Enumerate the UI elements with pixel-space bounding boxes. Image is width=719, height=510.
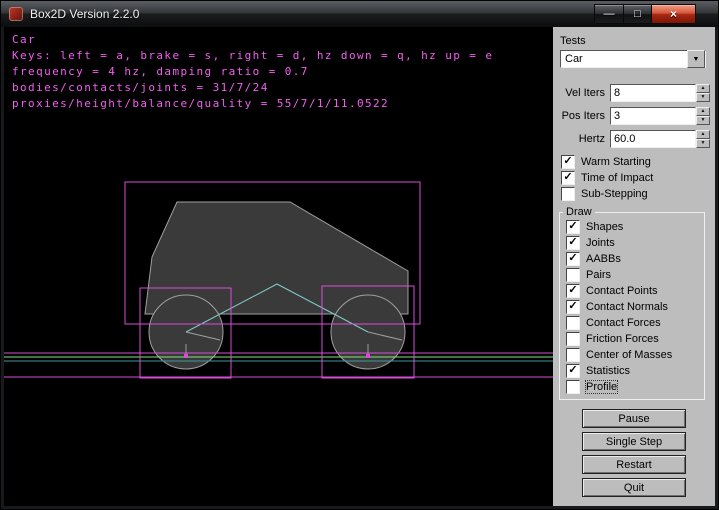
tests-label: Tests bbox=[560, 35, 715, 47]
spinner-down-icon[interactable]: ▼ bbox=[696, 116, 710, 125]
maximize-button[interactable]: □ bbox=[624, 4, 652, 24]
minimize-button[interactable]: — bbox=[594, 4, 624, 24]
canvas-text-line: Car bbox=[12, 32, 493, 48]
checkbox-label: Shapes bbox=[586, 221, 623, 233]
checkbox-aabbs[interactable]: ✓ AABBs bbox=[566, 251, 704, 267]
quit-button[interactable]: Quit bbox=[582, 478, 686, 497]
checkbox-contact-forces[interactable]: Contact Forces bbox=[566, 315, 704, 331]
canvas-text-line: Keys: left = a, brake = s, right = d, hz… bbox=[12, 48, 493, 64]
draw-group-label: Draw bbox=[563, 206, 595, 218]
checkbox-joints[interactable]: ✓ Joints bbox=[566, 235, 704, 251]
checkbox-box: ✓ bbox=[566, 252, 580, 266]
canvas-text-line: frequency = 4 hz, damping ratio = 0.7 bbox=[12, 64, 493, 80]
checkbox-box: ✓ bbox=[561, 155, 575, 169]
simulation-canvas[interactable]: CarKeys: left = a, brake = s, right = d,… bbox=[4, 27, 553, 506]
checkbox-box: ✓ bbox=[566, 220, 580, 234]
canvas-text-overlay: CarKeys: left = a, brake = s, right = d,… bbox=[12, 32, 493, 112]
spinner-up-icon[interactable]: ▲ bbox=[696, 130, 710, 139]
spinner-up-icon[interactable]: ▲ bbox=[696, 84, 710, 93]
checkbox-box bbox=[561, 187, 575, 201]
pos-iters-input[interactable]: 3 bbox=[610, 107, 696, 125]
checkbox-box bbox=[566, 268, 580, 282]
checkbox-contact-points[interactable]: ✓ Contact Points bbox=[566, 283, 704, 299]
spinner-row-vel-iters: Vel Iters 8 ▲ ▼ bbox=[553, 84, 710, 102]
checkbox-center-of-masses[interactable]: Center of Masses bbox=[566, 347, 704, 363]
checkbox-profile[interactable]: Profile bbox=[566, 379, 704, 395]
vel-iters-input[interactable]: 8 bbox=[610, 84, 696, 102]
checkbox-label: Contact Points bbox=[586, 285, 658, 297]
checkbox-label: Center of Masses bbox=[586, 349, 672, 361]
spinner-label: Vel Iters bbox=[565, 87, 605, 99]
checkbox-label: Contact Normals bbox=[586, 301, 668, 313]
spinner-row-pos-iters: Pos Iters 3 ▲ ▼ bbox=[553, 107, 710, 125]
checkbox-label: Profile bbox=[586, 381, 617, 393]
hertz-input[interactable]: 60.0 bbox=[610, 130, 696, 148]
restart-button[interactable]: Restart bbox=[582, 455, 686, 474]
window-title: Box2D Version 2.2.0 bbox=[30, 7, 139, 21]
checkbox-label: Friction Forces bbox=[586, 333, 659, 345]
spinner-up-icon[interactable]: ▲ bbox=[696, 107, 710, 116]
spinner-down-icon[interactable]: ▼ bbox=[696, 93, 710, 102]
spinner-row-hertz: Hertz 60.0 ▲ ▼ bbox=[553, 130, 710, 148]
control-sidebar: Tests Car ▼ Vel Iters 8 ▲ ▼ Pos Iters 3 … bbox=[553, 27, 715, 506]
contact-point bbox=[184, 354, 188, 358]
checkbox-shapes[interactable]: ✓ Shapes bbox=[566, 219, 704, 235]
checkbox-label: Sub-Stepping bbox=[581, 188, 648, 200]
checkbox-box: ✓ bbox=[566, 284, 580, 298]
draw-group: Draw ✓ Shapes ✓ Joints ✓ AABBs Pairs ✓ C… bbox=[559, 206, 705, 400]
pause-button[interactable]: Pause bbox=[582, 409, 686, 428]
checkbox-label: Warm Starting bbox=[581, 156, 651, 168]
checkbox-label: Statistics bbox=[586, 365, 630, 377]
client-area: CarKeys: left = a, brake = s, right = d,… bbox=[4, 27, 715, 506]
draw-checkboxes: ✓ Shapes ✓ Joints ✓ AABBs Pairs ✓ Contac… bbox=[560, 219, 704, 395]
spinner-down-icon[interactable]: ▼ bbox=[696, 139, 710, 148]
checkbox-box: ✓ bbox=[566, 300, 580, 314]
contact-point bbox=[366, 354, 370, 358]
checkbox-box bbox=[566, 316, 580, 330]
checkbox-box: ✓ bbox=[566, 364, 580, 378]
checkbox-friction-forces[interactable]: Friction Forces bbox=[566, 331, 704, 347]
canvas-text-line: bodies/contacts/joints = 31/7/24 bbox=[12, 80, 493, 96]
spinner-section: Vel Iters 8 ▲ ▼ Pos Iters 3 ▲ ▼ Hertz 60… bbox=[553, 84, 715, 148]
canvas-text-line: proxies/height/balance/quality = 55/7/1/… bbox=[12, 96, 493, 112]
checkbox-box bbox=[566, 332, 580, 346]
checkbox-statistics[interactable]: ✓ Statistics bbox=[566, 363, 704, 379]
checkbox-box: ✓ bbox=[566, 236, 580, 250]
checkbox-label: Time of Impact bbox=[581, 172, 653, 184]
checkbox-box bbox=[566, 380, 580, 394]
checkbox-box: ✓ bbox=[561, 171, 575, 185]
checkbox-warm-starting[interactable]: ✓ Warm Starting bbox=[561, 154, 715, 170]
single-step-button[interactable]: Single Step bbox=[582, 432, 686, 451]
checkbox-label: Joints bbox=[586, 237, 615, 249]
spinner-label: Hertz bbox=[579, 133, 605, 145]
chevron-down-icon[interactable]: ▼ bbox=[687, 50, 705, 68]
window-controls: — □ × bbox=[594, 4, 696, 24]
checkbox-contact-normals[interactable]: ✓ Contact Normals bbox=[566, 299, 704, 315]
checkbox-label: Pairs bbox=[586, 269, 611, 281]
tests-dropdown-value: Car bbox=[561, 53, 687, 65]
close-button[interactable]: × bbox=[652, 4, 696, 24]
titlebar[interactable]: Box2D Version 2.2.0 — □ × bbox=[1, 1, 718, 27]
tests-dropdown[interactable]: Car ▼ bbox=[560, 50, 706, 68]
app-window: Box2D Version 2.2.0 — □ × bbox=[0, 0, 719, 510]
checkbox-label: AABBs bbox=[586, 253, 621, 265]
action-buttons: Pause Single Step Restart Quit bbox=[553, 409, 715, 497]
checkbox-pairs[interactable]: Pairs bbox=[566, 267, 704, 283]
checkbox-sub-stepping[interactable]: Sub-Stepping bbox=[561, 186, 715, 202]
checkbox-box bbox=[566, 348, 580, 362]
checkbox-time-of-impact[interactable]: ✓ Time of Impact bbox=[561, 170, 715, 186]
spinner-label: Pos Iters bbox=[562, 110, 605, 122]
solver-checkboxes: ✓ Warm Starting ✓ Time of Impact Sub-Ste… bbox=[553, 154, 715, 202]
checkbox-label: Contact Forces bbox=[586, 317, 661, 329]
app-icon bbox=[9, 7, 23, 21]
